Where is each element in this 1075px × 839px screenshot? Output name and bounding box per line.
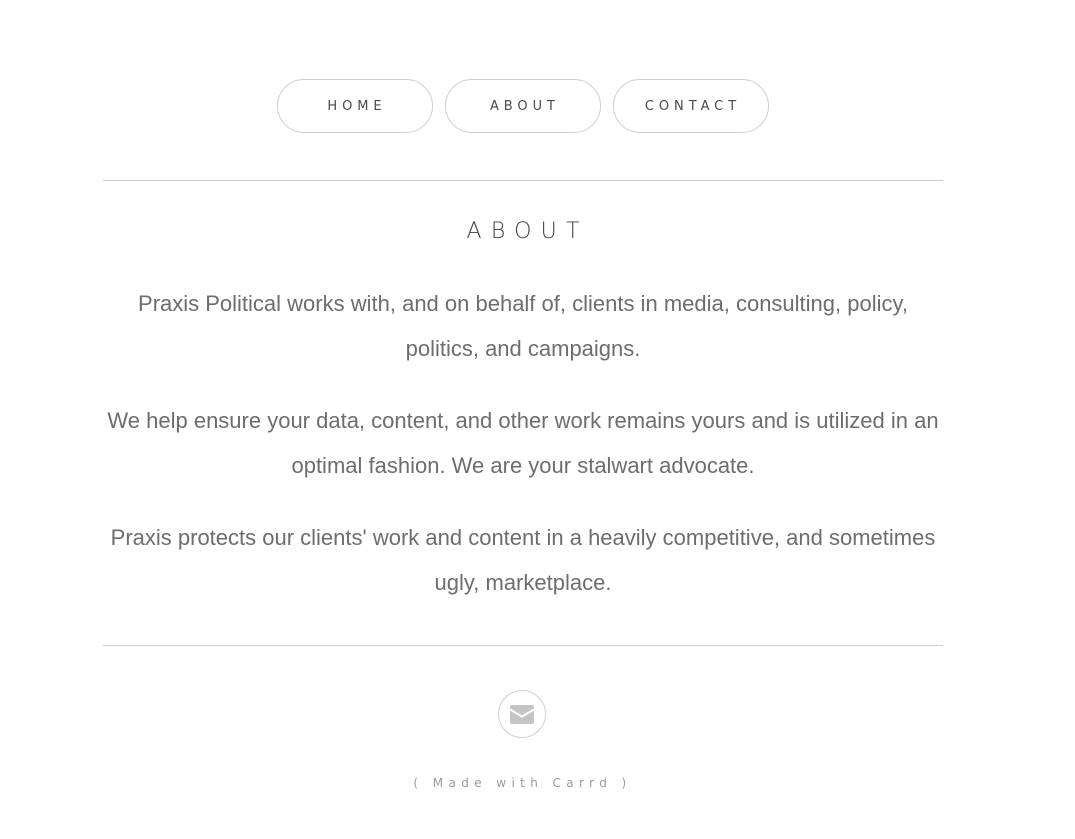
email-button[interactable] [498,690,546,738]
footer-credit: ( Made with Carrd ) [0,776,1045,790]
made-with-carrd-link[interactable]: Made with Carrd [433,776,613,790]
about-paragraph-1: Praxis Political works with, and on beha… [138,291,908,361]
credit-open-paren: ( [413,776,433,790]
nav-contact-button[interactable]: CONTACT [612,79,769,133]
nav-about-button[interactable]: ABOUT [444,79,601,133]
nav-home-button[interactable]: HOME [276,79,433,133]
bottom-divider [103,645,943,646]
about-paragraph-3: Praxis protects our clients' work and co… [110,525,936,595]
top-divider [103,180,943,181]
credit-close-paren: ) [612,776,632,790]
about-heading: ABOUT [466,219,589,244]
main-nav: HOME ABOUT CONTACT [0,79,1045,133]
envelope-icon [510,704,534,724]
about-paragraph-2: We help ensure your data, content, and o… [107,408,939,478]
